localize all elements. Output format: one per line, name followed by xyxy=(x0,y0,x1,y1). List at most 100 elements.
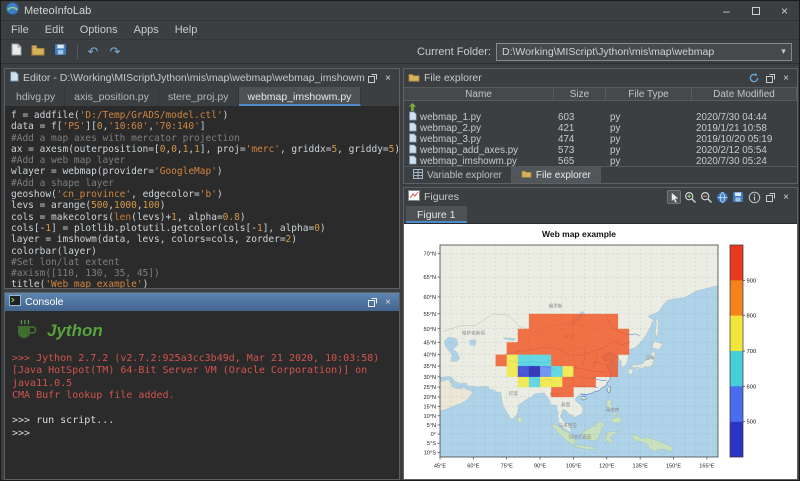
new-script-icon xyxy=(10,43,22,61)
close-button[interactable]: × xyxy=(770,1,799,20)
open-file-icon xyxy=(31,43,45,61)
file-modified: 2019/1/21 10:58 xyxy=(692,123,797,134)
table-icon xyxy=(413,169,423,182)
folder-icon xyxy=(408,69,420,87)
redo-icon: ↷ xyxy=(110,45,121,58)
file-size: 421 xyxy=(554,123,606,134)
svg-text:日本: 日本 xyxy=(646,355,656,362)
zoom-out-icon[interactable] xyxy=(699,190,713,204)
svg-text:55°N: 55°N xyxy=(424,312,437,318)
explorer-tab-variable-explorer[interactable]: Variable explorer xyxy=(404,167,512,183)
file-explorer-panel: File explorer × NameSizeFile TypeDate Mo… xyxy=(403,68,798,184)
editor-tab-stere_proj.py[interactable]: stere_proj.py xyxy=(159,87,239,106)
file-explorer-float-icon[interactable] xyxy=(763,71,777,85)
file-explorer-title: File explorer xyxy=(424,72,482,84)
file-row[interactable]: webmap_imshowm.py565py2020/7/30 05:24 xyxy=(404,156,797,166)
dropdown-arrow-icon[interactable]: ▾ xyxy=(776,46,791,57)
open-file-button[interactable] xyxy=(28,42,48,62)
code-editor[interactable]: f = addfile('D:/Temp/GrADS/model.ctl')da… xyxy=(5,107,399,288)
jython-logo-text: Jython xyxy=(47,325,103,338)
menu-file[interactable]: File xyxy=(3,24,37,36)
code-line: #Set lon/lat extent xyxy=(11,257,393,268)
explorer-tab-file-explorer[interactable]: File explorer xyxy=(512,167,601,183)
console-panel: Console × Jython >>> Jython 2.7.2 (v2.7.… xyxy=(4,292,400,480)
refresh-icon[interactable] xyxy=(747,71,761,85)
code-line: #Add a web map layer xyxy=(11,155,393,166)
svg-text:20°N: 20°N xyxy=(424,395,437,401)
editor-tab-hdivg.py[interactable]: hdivg.py xyxy=(7,87,65,106)
svg-text:700: 700 xyxy=(747,349,757,355)
code-line: levs = arange(500,1000,100) xyxy=(11,200,393,211)
editor-header: Editor - D:\Working\MIScript\Jython\mis\… xyxy=(5,69,399,87)
figures-title: Figures xyxy=(424,191,459,203)
column-header-date-modified[interactable]: Date Modified xyxy=(692,88,797,100)
editor-close-icon[interactable]: × xyxy=(381,71,395,85)
editor-tab-bar: hdivg.pyaxis_position.pystere_proj.pyweb… xyxy=(5,87,399,107)
code-line: layer = imshowm(data, levs, colors=cols,… xyxy=(11,234,393,245)
menu-help[interactable]: Help xyxy=(167,24,206,36)
menu-apps[interactable]: Apps xyxy=(126,24,167,36)
code-line: ax = axesm(outerposition=[0,0,1,1], proj… xyxy=(11,144,393,155)
figure-canvas[interactable]: 俄罗斯哈萨克斯坦蒙古日本印度缅甸泰国菲律宾马来西亚印度尼西亚70°N65°N60… xyxy=(404,224,797,479)
toolbar-separator xyxy=(77,44,78,59)
save-file-button[interactable] xyxy=(50,42,70,62)
file-explorer-header: File explorer × xyxy=(404,69,797,87)
info-icon[interactable] xyxy=(747,190,761,204)
console-line: >>> run script... xyxy=(12,415,392,428)
globe-icon[interactable] xyxy=(715,190,729,204)
editor-tab-webmap_imshowm.py[interactable]: webmap_imshowm.py xyxy=(239,87,362,106)
file-explorer-close-icon[interactable]: × xyxy=(779,71,793,85)
console-float-icon[interactable] xyxy=(365,295,379,309)
folder-icon xyxy=(521,169,532,181)
column-header-size[interactable]: Size xyxy=(554,88,606,100)
svg-text:哈萨克斯坦: 哈萨克斯坦 xyxy=(462,329,485,336)
console-close-icon[interactable]: × xyxy=(381,295,395,309)
menu-edit[interactable]: Edit xyxy=(37,24,72,36)
svg-text:5°S: 5°S xyxy=(427,441,436,447)
current-folder-label: Current Folder: xyxy=(417,46,496,58)
console-area[interactable]: Jython >>> Jython 2.7.2 (v2.7.2:925a3cc3… xyxy=(5,311,399,479)
pointer-icon[interactable] xyxy=(667,190,681,204)
figures-close-icon[interactable]: × xyxy=(779,190,793,204)
file-table-header[interactable]: NameSizeFile TypeDate Modified xyxy=(404,87,797,101)
editor-float-icon[interactable] xyxy=(365,71,379,85)
new-script-button[interactable] xyxy=(6,42,26,62)
menu-options[interactable]: Options xyxy=(72,24,126,36)
figures-float-icon[interactable] xyxy=(763,190,777,204)
svg-text:15°N: 15°N xyxy=(424,404,437,410)
svg-text:65°N: 65°N xyxy=(424,275,437,281)
file-table: webmap_1.py603py2020/7/30 04:44webmap_2.… xyxy=(404,101,797,166)
editor-tab-axis_position.py[interactable]: axis_position.py xyxy=(65,87,159,106)
maximize-button[interactable] xyxy=(741,1,770,20)
file-type: py xyxy=(606,112,692,123)
save-figure-icon[interactable] xyxy=(731,190,745,204)
file-size: 603 xyxy=(554,112,606,123)
svg-text:泰国: 泰国 xyxy=(561,401,571,408)
toolbar: ↶ ↷ Current Folder: D:\Working\MIScript\… xyxy=(1,40,799,64)
svg-text:45°E: 45°E xyxy=(434,464,446,470)
column-header-file-type[interactable]: File Type xyxy=(606,88,692,100)
window-controls: – × xyxy=(712,1,799,20)
console-line: CMA Bufr lookup file added. xyxy=(12,390,392,403)
code-line: #Add a map axes with mercator projection xyxy=(11,133,393,144)
column-header-name[interactable]: Name xyxy=(404,88,554,100)
figures-header: Figures × xyxy=(404,188,797,206)
file-modified: 2019/10/20 05:19 xyxy=(692,134,797,145)
up-folder-icon xyxy=(404,102,554,112)
figure-tab[interactable]: Figure 1 xyxy=(406,206,467,223)
minimize-button[interactable]: – xyxy=(712,1,741,20)
jython-logo: Jython xyxy=(14,317,392,346)
console-title: Console xyxy=(25,296,64,308)
svg-text:Web map example: Web map example xyxy=(542,229,616,239)
svg-text:600: 600 xyxy=(747,384,757,390)
file-modified: 2020/7/30 04:44 xyxy=(692,112,797,123)
undo-button[interactable]: ↶ xyxy=(83,42,103,62)
redo-button[interactable]: ↷ xyxy=(105,42,125,62)
code-line: geoshow('cn_province', edgecolor='b') xyxy=(11,189,393,200)
zoom-in-icon[interactable] xyxy=(683,190,697,204)
menubar: FileEditOptionsAppsHelp xyxy=(1,21,799,40)
svg-text:165°E: 165°E xyxy=(699,464,715,470)
maximize-icon xyxy=(752,7,760,15)
current-folder-combobox[interactable]: D:\Working\MIScript\Jython\mis\map\webma… xyxy=(496,43,792,61)
file-name: webmap_imshowm.py xyxy=(420,156,517,166)
